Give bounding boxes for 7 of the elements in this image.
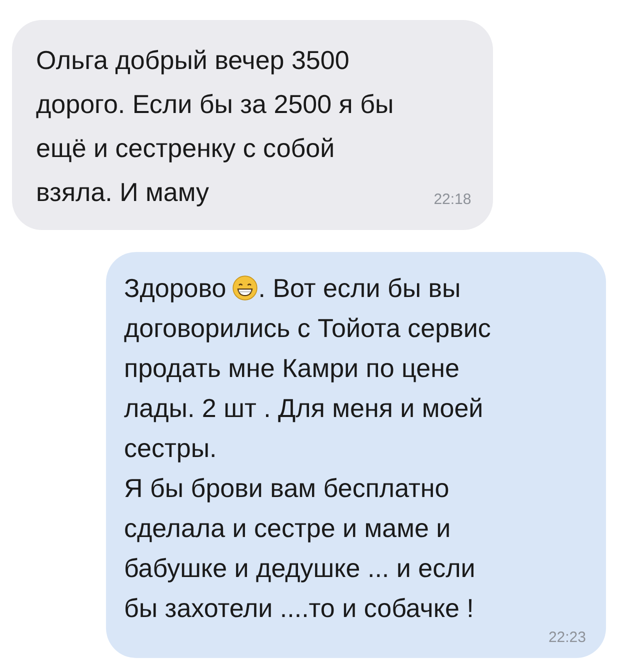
- message-text: Здорово: [124, 272, 226, 305]
- message-text: договорились с Тойота сервис продать мне Камри по цене лады. 2 шт . Для меня и моей сестры. Я бы брови вам бесплатно сделала и сестре и маме и бабушке и дедушке ... и если бы захотели ....то и собачке !: [124, 312, 492, 625]
- message-text: . Вот если бы вы: [258, 272, 461, 305]
- grin-emoji-icon: [232, 275, 258, 301]
- message-time: 22:18: [434, 190, 472, 210]
- message-time: 22:23: [548, 628, 586, 648]
- message-text: Ольга добрый вечер 3500 дорого. Если бы за 2500 я бы ещё и сестренку с собой взяла. И маму: [36, 44, 394, 209]
